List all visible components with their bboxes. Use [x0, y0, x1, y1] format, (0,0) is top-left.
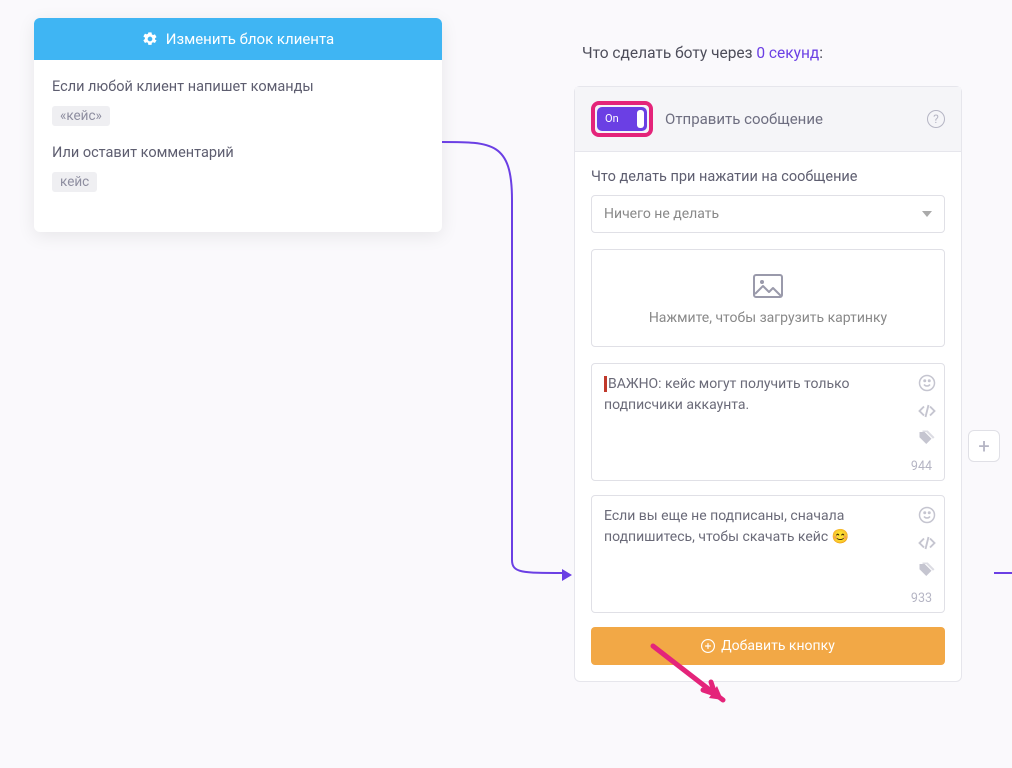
trigger-commands-label: Если любой клиент напишет команды: [52, 78, 424, 95]
on-click-dropdown[interactable]: Ничего не делать: [591, 195, 945, 233]
flow-connector: [442, 140, 574, 580]
gear-icon: [142, 31, 158, 47]
action-panel-title: Отправить сообщение: [665, 110, 915, 128]
message-tools-2: [918, 506, 936, 578]
flow-arrowhead: [562, 569, 572, 581]
client-block-body: Если любой клиент напишет команды «кейс»…: [34, 60, 442, 232]
client-block-header[interactable]: Изменить блок клиента: [34, 18, 442, 60]
command-tag: «кейс»: [52, 106, 110, 126]
chevron-down-icon: [922, 211, 932, 217]
emoji-icon[interactable]: [918, 506, 936, 524]
tags-icon[interactable]: [918, 430, 936, 446]
image-upload[interactable]: Нажмите, чтобы загрузить картинку: [591, 249, 945, 347]
message-text-2: Если вы еще не подписаны, сначала подпиш…: [604, 506, 904, 548]
client-block-card: Изменить блок клиента Если любой клиент …: [34, 18, 442, 232]
message-tools-1: [918, 374, 936, 446]
plus-circle-icon: [701, 639, 715, 653]
client-block-title: Изменить блок клиента: [166, 30, 334, 48]
add-action-button[interactable]: +: [968, 430, 1000, 462]
delay-value[interactable]: 0 секунд: [756, 44, 819, 62]
code-icon[interactable]: [918, 536, 936, 550]
char-count-2: 933: [911, 591, 932, 606]
action-panel-header: On Отправить сообщение ?: [575, 87, 961, 152]
add-button[interactable]: Добавить кнопку: [591, 627, 945, 665]
on-click-label: Что делать при нажатии на сообщение: [591, 168, 945, 185]
trigger-comment-label: Или оставит комментарий: [52, 144, 424, 161]
emoji-icon[interactable]: [918, 374, 936, 392]
tags-icon[interactable]: [918, 562, 936, 578]
connector-stub: [994, 572, 1012, 574]
code-icon[interactable]: [918, 404, 936, 418]
message-box-2[interactable]: Если вы еще не подписаны, сначала подпиш…: [591, 495, 945, 613]
enable-toggle[interactable]: On: [597, 107, 647, 131]
toggle-state: On: [605, 112, 619, 125]
char-count-1: 944: [911, 459, 932, 474]
help-icon[interactable]: ?: [927, 110, 945, 128]
text-caret: [604, 376, 607, 392]
toggle-highlight: On: [591, 101, 653, 137]
bot-action-heading: Что сделать боту через 0 секунд:: [582, 44, 823, 62]
message-text-1: ВАЖНО: кейс могут получить только подпис…: [604, 374, 904, 416]
dropdown-value: Ничего не делать: [604, 206, 719, 222]
comment-tag: кейс: [52, 172, 97, 192]
action-panel-body: Что делать при нажатии на сообщение Ниче…: [575, 152, 961, 681]
message-box-1[interactable]: ВАЖНО: кейс могут получить только подпис…: [591, 363, 945, 481]
add-button-label: Добавить кнопку: [721, 638, 835, 654]
upload-hint: Нажмите, чтобы загрузить картинку: [649, 310, 887, 326]
action-panel: On Отправить сообщение ? Что делать при …: [574, 86, 962, 682]
image-icon: [753, 274, 783, 298]
